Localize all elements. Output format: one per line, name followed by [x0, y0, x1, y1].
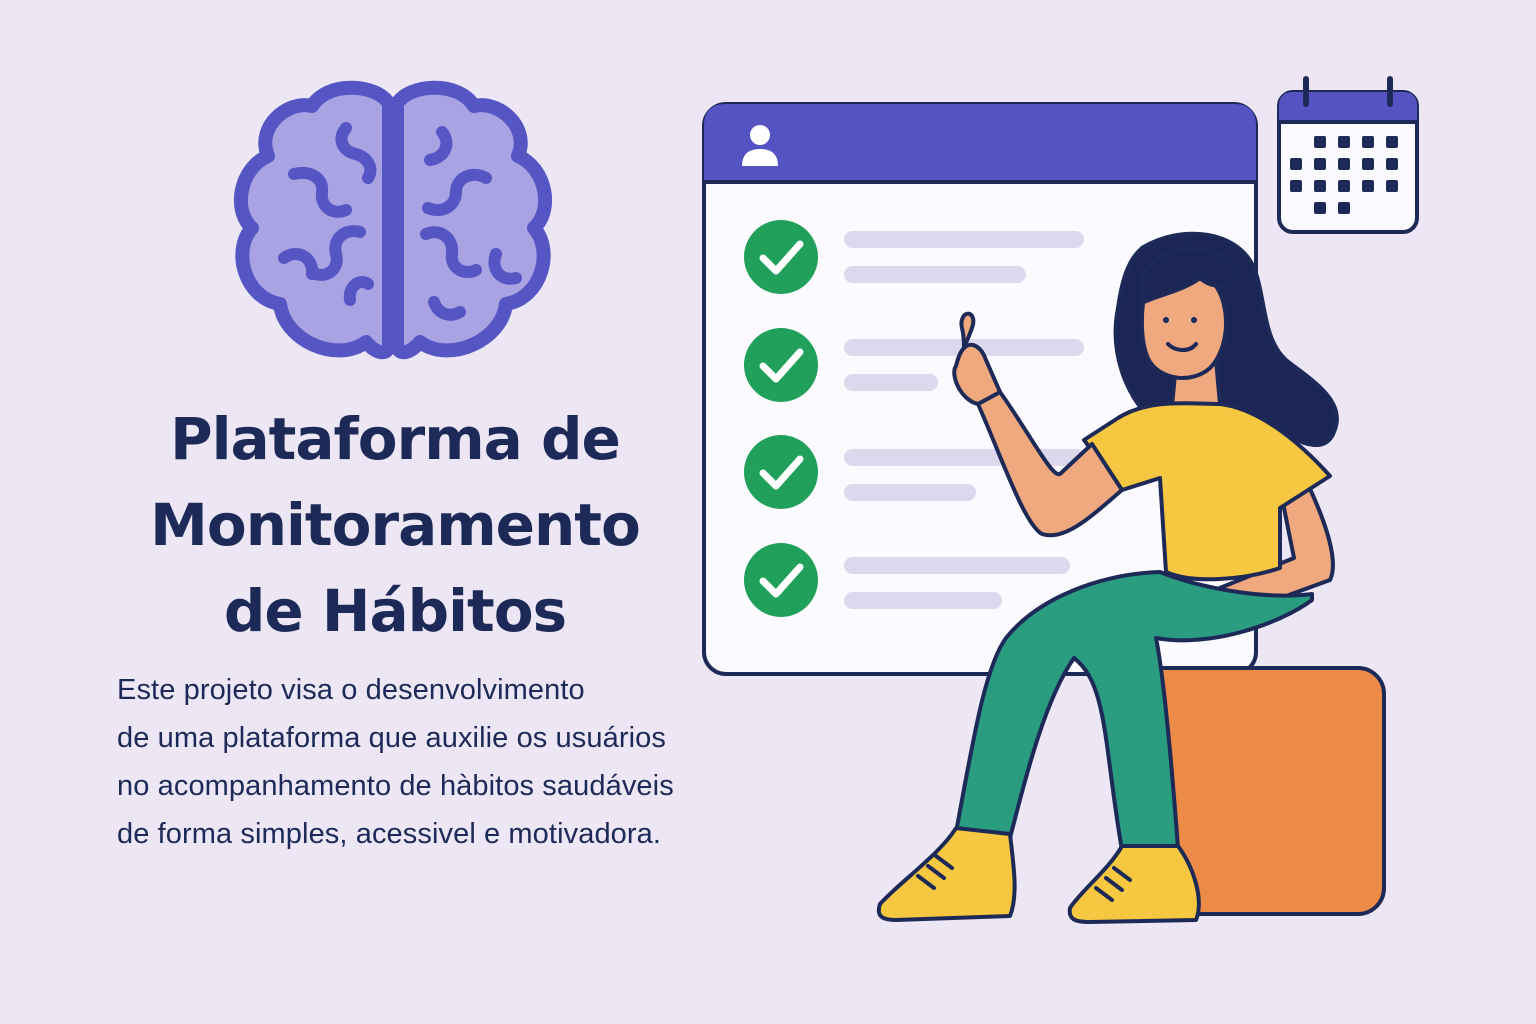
shoe	[1067, 844, 1201, 924]
page-title: Plataforma de Monitoramento de Hábitos	[60, 396, 730, 654]
calendar-icon	[1277, 76, 1419, 234]
shoe	[876, 826, 1017, 922]
title-line: Plataforma de	[170, 405, 621, 473]
description-line: de uma plataforma que auxilie os usuário…	[117, 722, 666, 754]
person-illustration	[876, 231, 1386, 924]
title-line: Monitoramento	[150, 491, 641, 559]
check-circle-icon	[744, 220, 818, 294]
description-line: no acompanhamento de hàbitos saudáveis	[117, 770, 674, 802]
title-line: de Hábitos	[223, 577, 567, 645]
check-circle-icon	[744, 328, 818, 402]
check-circle-icon	[744, 435, 818, 509]
description-line: de forma simples, acessivel e motivadora…	[117, 818, 662, 850]
description-text: Este projeto visa o desenvolvimento de u…	[117, 666, 807, 858]
brain-icon	[233, 80, 553, 360]
check-circle-icon	[744, 543, 818, 617]
